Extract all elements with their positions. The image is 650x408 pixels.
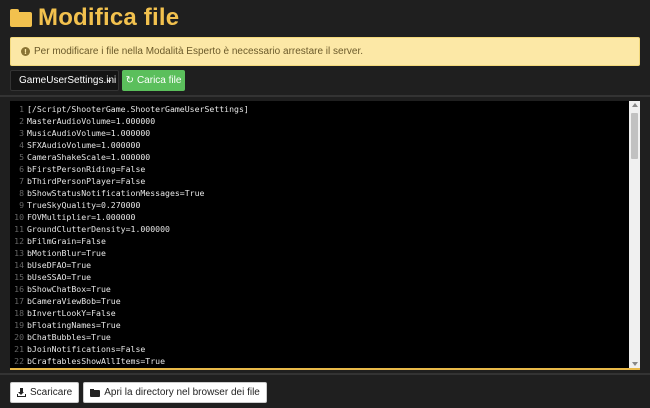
line-number: 10 [14,212,24,222]
line-number: 5 [19,152,24,162]
file-toolbar: GameUserSettings.ini ⌄ ↻ Carica file [10,70,185,91]
divider [0,95,650,97]
download-button[interactable]: Scaricare [10,382,80,403]
info-icon: ! [21,47,30,56]
file-select-value: GameUserSettings.ini [19,75,117,86]
scroll-down-icon[interactable] [632,362,638,366]
file-select[interactable]: GameUserSettings.ini ⌄ [10,70,119,91]
line-number: 21 [14,344,24,354]
line-number: 4 [19,140,24,150]
line-text: bShowStatusNotificationMessages=True [27,188,205,198]
scroll-up-icon[interactable] [632,103,638,107]
folder-icon [10,9,32,27]
open-directory-button[interactable]: Apri la directory nel browser dei file [83,382,267,403]
line-text: bJoinNotifications=False [27,344,146,354]
chevron-down-icon: ⌄ [105,75,113,85]
open-directory-label: Apri la directory nel browser dei file [104,387,260,398]
editor-line[interactable]: 19 bFloatingNames=True [10,319,628,331]
editor-line[interactable]: 15 bUseSSAO=True [10,271,628,283]
alert-text: Per modificare i file nella Modalità Esp… [34,46,364,57]
line-number: 3 [19,128,24,138]
line-number: 13 [14,248,24,258]
page-title: Modifica file [38,4,180,31]
editor-lines: 1 [/Script/ShooterGame.ShooterGameUserSet… [10,103,628,367]
line-number: 17 [14,296,24,306]
line-text: GroundClutterDensity=1.000000 [27,224,170,234]
editor-line[interactable]: 8 bShowStatusNotificationMessages=True [10,187,628,199]
load-file-button[interactable]: ↻ Carica file [122,70,185,91]
editor-line[interactable]: 22 bCraftablesShowAllItems=True [10,355,628,367]
load-file-label: Carica file [136,75,182,86]
editor-line[interactable]: 12 bFilmGrain=False [10,235,628,247]
editor-line[interactable]: 9 TrueSkyQuality=0.270000 [10,199,628,211]
line-number: 7 [19,176,24,186]
editor-line[interactable]: 6 bFirstPersonRiding=False [10,163,628,175]
line-text: bChatBubbles=True [27,332,111,342]
divider [0,373,650,375]
reload-icon: ↻ [125,75,134,86]
editor-line[interactable]: 16 bShowChatBox=True [10,283,628,295]
line-number: 15 [14,272,24,282]
line-number: 6 [19,164,24,174]
line-text: bThirdPersonPlayer=False [27,176,146,186]
code-editor[interactable]: 1 [/Script/ShooterGame.ShooterGameUserSet… [10,101,640,370]
page-header: Modifica file [10,4,179,32]
line-text: TrueSkyQuality=0.270000 [27,200,141,210]
line-text: bUseSSAO=True [27,272,92,282]
editor-line[interactable]: 21 bJoinNotifications=False [10,343,628,355]
line-number: 11 [14,224,24,234]
line-number: 20 [14,332,24,342]
editor-line[interactable]: 5 CameraShakeScale=1.000000 [10,151,628,163]
line-text: [/Script/ShooterGame.ShooterGameUserSett… [27,104,249,114]
line-text: FOVMultiplier=1.000000 [27,212,136,222]
line-number: 18 [14,308,24,318]
line-text: bFirstPersonRiding=False [27,164,146,174]
line-text: bFloatingNames=True [27,320,121,330]
line-number: 9 [19,200,24,210]
line-text: bCameraViewBob=True [27,296,121,306]
scroll-thumb[interactable] [631,113,638,159]
line-number: 14 [14,260,24,270]
download-label: Scaricare [30,387,73,398]
line-text: bUseDFAO=True [27,260,92,270]
editor-line[interactable]: 10 FOVMultiplier=1.000000 [10,211,628,223]
line-text: bCraftablesShowAllItems=True [27,356,166,366]
line-text: bShowChatBox=True [27,284,111,294]
footer-actions: Scaricare Apri la directory nel browser … [10,382,271,403]
server-stop-alert: ! Per modificare i file nella Modalità E… [10,37,640,66]
editor-line[interactable]: 18 bInvertLookY=False [10,307,628,319]
editor-line[interactable]: 3 MusicAudioVolume=1.000000 [10,127,628,139]
editor-line[interactable]: 11 GroundClutterDensity=1.000000 [10,223,628,235]
editor-line[interactable]: 7 bThirdPersonPlayer=False [10,175,628,187]
line-number: 16 [14,284,24,294]
line-text: bInvertLookY=False [27,308,116,318]
editor-line[interactable]: 2 MasterAudioVolume=1.000000 [10,115,628,127]
line-text: MasterAudioVolume=1.000000 [27,116,156,126]
line-number: 12 [14,236,24,246]
line-number: 2 [19,116,24,126]
line-number: 8 [19,188,24,198]
editor-line[interactable]: 14 bUseDFAO=True [10,259,628,271]
download-icon [17,388,26,397]
line-text: SFXAudioVolume=1.000000 [27,140,141,150]
line-number: 19 [14,320,24,330]
editor-line[interactable]: 13 bMotionBlur=True [10,247,628,259]
line-number: 22 [14,356,24,366]
editor-line[interactable]: 1 [/Script/ShooterGame.ShooterGameUserSet… [10,103,628,115]
editor-line[interactable]: 20 bChatBubbles=True [10,331,628,343]
line-text: MusicAudioVolume=1.000000 [27,128,151,138]
folder-open-icon [90,388,101,397]
editor-line[interactable]: 4 SFXAudioVolume=1.000000 [10,139,628,151]
line-text: bFilmGrain=False [27,236,106,246]
editor-scrollbar[interactable] [629,101,640,368]
line-number: 1 [19,104,24,114]
editor-line[interactable]: 17 bCameraViewBob=True [10,295,628,307]
line-text: bMotionBlur=True [27,248,106,258]
line-text: CameraShakeScale=1.000000 [27,152,151,162]
